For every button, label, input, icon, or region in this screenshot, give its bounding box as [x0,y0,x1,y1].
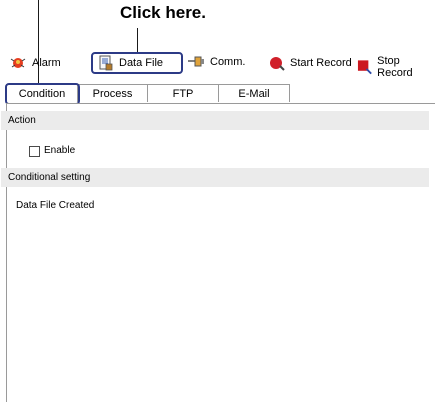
tab-process[interactable]: Process [78,84,148,102]
stop-record-label: Stop Record [377,55,413,79]
condition-value: Data File Created [16,200,95,211]
tab-ftp[interactable]: FTP [148,84,219,102]
alarm-label: Alarm [32,57,61,69]
action-title: Action [8,115,36,126]
annotation-line-callout [137,28,138,52]
tab-email[interactable]: E-Mail [219,84,290,102]
comm-button[interactable]: Comm. [187,55,245,69]
enable-checkbox[interactable] [29,146,40,157]
stop-record-button[interactable]: Stop Record [357,55,435,79]
alarm-button[interactable]: Alarm [9,55,61,71]
callout-click-here: Click here. [120,3,206,22]
section-header-action: Action [1,111,429,130]
alarm-bell-icon [10,58,26,68]
annotation-highlight-condition-tab [5,83,80,105]
start-record-icon [270,57,285,71]
start-record-label: Start Record [290,57,352,69]
comm-connector-icon [188,56,204,67]
enable-label: Enable [44,145,76,156]
annotation-highlight-data-file [91,52,183,74]
start-record-button[interactable]: Start Record [269,55,352,71]
section-header-conditional-setting: Conditional setting [1,168,429,187]
stop-record-icon [357,60,372,75]
comm-label: Comm. [210,56,246,68]
conditional-setting-title: Conditional setting [8,172,91,183]
toolbar: Alarm Data File Comm. Start Record Stop … [0,50,435,79]
